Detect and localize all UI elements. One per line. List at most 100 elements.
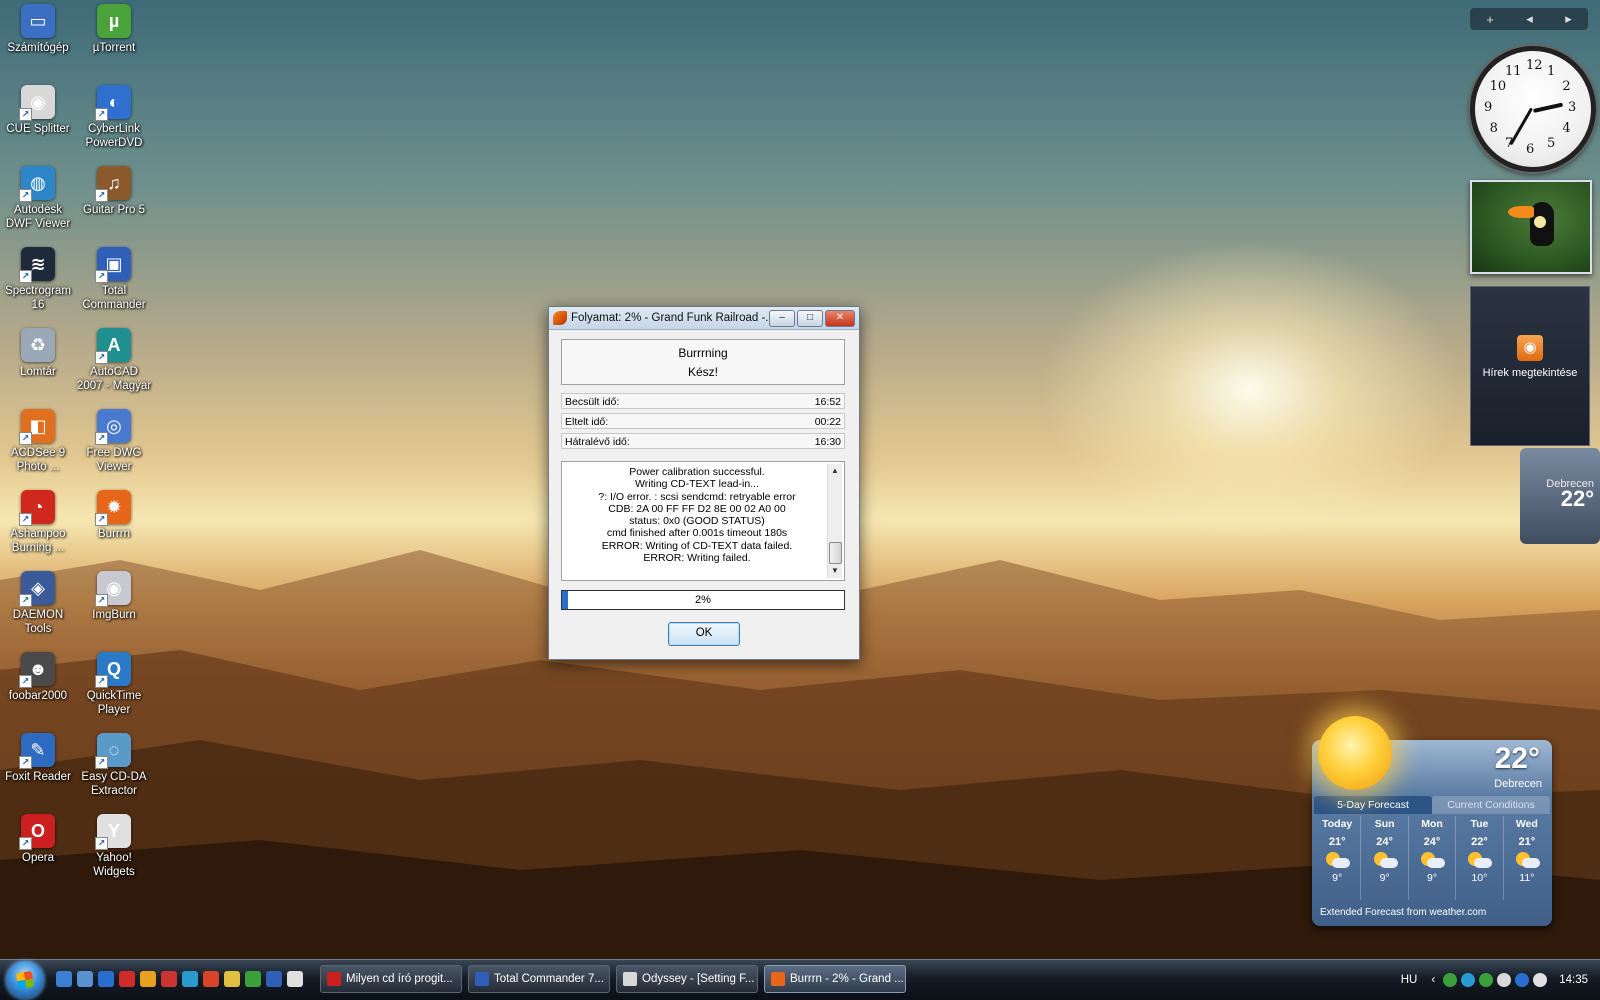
app-icon: ✎ ↗ — [19, 733, 55, 769]
shortcut-arrow-icon: ↗ — [19, 675, 32, 688]
slideshow-gadget[interactable] — [1470, 180, 1592, 274]
log-textbox[interactable]: Power calibration successful. Writing CD-… — [561, 461, 845, 581]
desktop-icon[interactable]: Q ↗ QuickTime Player — [76, 652, 152, 717]
desktop-icon-label: Guitar Pro 5 — [83, 204, 145, 216]
ok-button[interactable]: OK — [668, 622, 740, 646]
app-icon: O ↗ — [19, 814, 55, 850]
scroll-up-arrow-icon[interactable]: ▲ — [828, 464, 842, 478]
log-line: Power calibration successful. — [629, 466, 765, 478]
forecast-day: Wed 21° 11° — [1504, 816, 1550, 900]
desktop-icon[interactable]: ≋ ↗ Spectrogram 16 — [0, 247, 76, 312]
desktop-icon[interactable]: O ↗ Opera — [0, 814, 76, 865]
tray-expand-arrow-icon[interactable]: ‹ — [1431, 974, 1435, 986]
quick-launch-icon[interactable] — [56, 971, 72, 987]
quick-launch-icon[interactable] — [266, 971, 282, 987]
scroll-down-arrow-icon[interactable]: ▼ — [828, 564, 842, 578]
app-icon: ◉ ↗ — [19, 85, 55, 121]
weather-temperature: 22° — [1494, 742, 1540, 775]
tray-icons — [1443, 973, 1551, 987]
minimize-button[interactable]: – — [769, 309, 795, 327]
feed-headlines-gadget[interactable]: ◉ Hírek megtekintése — [1470, 286, 1590, 446]
start-button[interactable] — [6, 961, 44, 999]
quick-launch-icon[interactable] — [245, 971, 261, 987]
clock-number: 2 — [1562, 79, 1571, 94]
tray-icon[interactable] — [1461, 973, 1476, 987]
maximize-button[interactable]: □ — [797, 309, 823, 327]
close-button[interactable]: ✕ — [825, 309, 855, 327]
weather-city: Debrecen — [1494, 778, 1542, 790]
tray-icon[interactable] — [1497, 973, 1512, 987]
desktop-icon[interactable]: ◔ ↗ Ashampoo Burning ... — [0, 490, 76, 555]
forecast-day-name: Wed — [1515, 818, 1538, 830]
forecast-day-name: Sun — [1374, 818, 1395, 830]
desktop-icon[interactable]: ◐ ↗ CyberLink PowerDVD — [76, 85, 152, 150]
quick-launch — [56, 971, 303, 987]
desktop-icon[interactable]: ◍ ↗ Autodesk DWF Viewer — [0, 166, 76, 231]
desktop-icon[interactable]: Y ↗ Yahoo! Widgets — [76, 814, 152, 879]
dialog-titlebar[interactable]: Folyamat: 2% - Grand Funk Railroad -... … — [549, 307, 859, 330]
desktop-icon[interactable]: ◉ ↗ CUE Splitter — [0, 85, 76, 136]
forecast-day: Today 21° 9° — [1314, 816, 1362, 900]
desktop-icon[interactable]: ◈ ↗ DAEMON Tools — [0, 571, 76, 636]
desktop-icon[interactable]: A ↗ AutoCAD 2007 - Magyar — [76, 328, 152, 393]
desktop-icon[interactable]: ◎ ↗ Free DWG Viewer — [76, 409, 152, 474]
dialog-title: Folyamat: 2% - Grand Funk Railroad -... — [571, 312, 769, 324]
tray-icon[interactable] — [1533, 973, 1548, 987]
quick-launch-icon[interactable] — [182, 971, 198, 987]
taskbar-button[interactable]: Burrrn - 2% - Grand ... — [764, 965, 906, 993]
desktop-icon[interactable]: ▭ Számítógép — [0, 4, 76, 55]
taskbar-button[interactable]: Total Commander 7... — [468, 965, 610, 993]
estimated-time-label: Becsült idő: — [565, 396, 620, 408]
sidebar-prev-button[interactable]: ◂ — [1526, 11, 1533, 27]
shortcut-arrow-icon: ↗ — [95, 513, 108, 526]
desktop-icon[interactable]: ▣ ↗ Total Commander — [76, 247, 152, 312]
quick-launch-icon[interactable] — [203, 971, 219, 987]
taskbar-button[interactable]: Milyen cd író progit... — [320, 965, 462, 993]
tab-5-day-forecast[interactable]: 5-Day Forecast — [1314, 796, 1432, 814]
desktop-icon[interactable]: ♫ ↗ Guitar Pro 5 — [76, 166, 152, 217]
desktop-icon-label: AutoCAD 2007 - Magyar — [76, 366, 152, 392]
quick-launch-icon[interactable] — [140, 971, 156, 987]
taskbar-button[interactable]: Odyssey - [Setting F... — [616, 965, 758, 993]
toucan-photo — [1508, 202, 1554, 246]
quick-launch-icon[interactable] — [224, 971, 240, 987]
quick-launch-icon[interactable] — [161, 971, 177, 987]
shortcut-arrow-icon: ↗ — [19, 837, 32, 850]
log-scrollbar[interactable]: ▲ ▼ — [827, 464, 842, 578]
tray-icon[interactable] — [1515, 973, 1530, 987]
language-indicator[interactable]: HU — [1401, 974, 1418, 986]
desktop-icon[interactable]: ◧ ↗ ACDSee 9 Photo ... — [0, 409, 76, 474]
quick-launch-icon[interactable] — [119, 971, 135, 987]
scroll-thumb[interactable] — [829, 542, 842, 564]
clock-number: 1 — [1547, 63, 1556, 79]
weather-footer-link[interactable]: Extended Forecast from weather.com — [1320, 907, 1486, 918]
taskbar-clock[interactable]: 14:35 — [1559, 974, 1588, 986]
forecast-low: 9° — [1426, 872, 1438, 884]
sidebar-next-button[interactable]: ▸ — [1565, 11, 1572, 27]
quick-launch-icon[interactable] — [287, 971, 303, 987]
tab-current-conditions[interactable]: Current Conditions — [1432, 796, 1550, 814]
quick-launch-icon[interactable] — [98, 971, 114, 987]
system-tray: HU ‹ 14:35 — [1401, 960, 1600, 1000]
tray-icon[interactable] — [1479, 973, 1494, 987]
shortcut-arrow-icon: ↗ — [95, 675, 108, 688]
clock-gadget[interactable]: 121234567891011 — [1470, 46, 1596, 172]
desktop-icon[interactable]: ◌ ↗ Easy CD-DA Extractor — [76, 733, 152, 798]
desktop-icon[interactable]: ☻ ↗ foobar2000 — [0, 652, 76, 703]
desktop-icon-label: ImgBurn — [92, 609, 136, 621]
desktop-icon[interactable]: ♻ Lomtár — [0, 328, 76, 379]
task-label: Odyssey - [Setting F... — [642, 973, 755, 985]
mini-weather-gadget[interactable]: Debrecen 22° — [1520, 448, 1600, 544]
forecast-high: 21° — [1518, 836, 1536, 848]
desktop-icon[interactable]: ◉ ↗ ImgBurn — [76, 571, 152, 622]
tray-icon[interactable] — [1443, 973, 1458, 987]
desktop-icon[interactable]: ✎ ↗ Foxit Reader — [0, 733, 76, 784]
desktop-icon[interactable]: ✹ ↗ Burrrn — [76, 490, 152, 541]
sidebar-add-button[interactable]: + — [1486, 12, 1494, 27]
app-icon: ▣ ↗ — [95, 247, 131, 283]
desktop-icon[interactable]: µ µTorrent — [76, 4, 152, 55]
quick-launch-icon[interactable] — [77, 971, 93, 987]
app-icon: ◔ ↗ — [19, 490, 55, 526]
forecast-high: 24° — [1423, 836, 1441, 848]
partly-cloudy-icon — [1373, 852, 1398, 868]
